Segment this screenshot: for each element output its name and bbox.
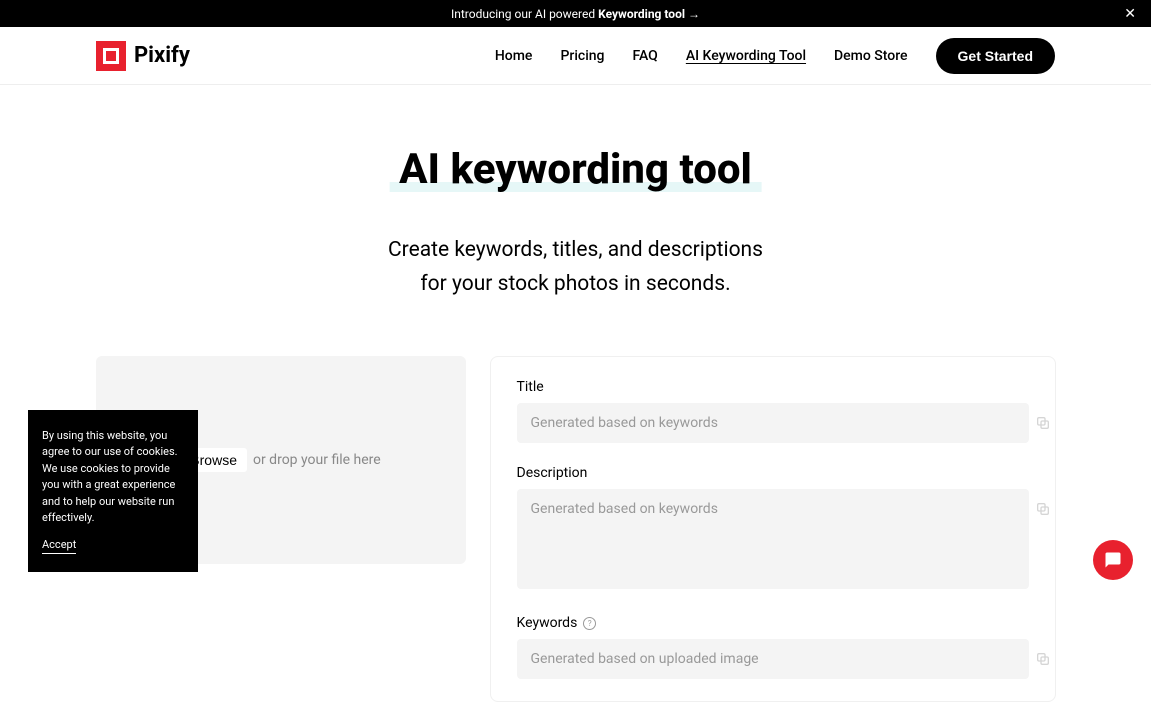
title-label: Title xyxy=(517,379,1029,395)
copy-icon[interactable] xyxy=(1035,501,1051,517)
description-label: Description xyxy=(517,465,1029,481)
close-icon[interactable]: ✕ xyxy=(1124,6,1136,22)
logo[interactable]: Pixify xyxy=(96,41,190,71)
drop-hint: or drop your file here xyxy=(253,452,381,468)
help-icon[interactable]: ? xyxy=(583,617,596,630)
page-title: AI keywording tool xyxy=(399,145,752,194)
results-panel: Title Description Keywords ? xyxy=(490,356,1056,702)
copy-icon[interactable] xyxy=(1035,415,1051,431)
nav-home[interactable]: Home xyxy=(495,48,533,64)
title-field-group: Title xyxy=(517,379,1029,443)
nav-pricing[interactable]: Pricing xyxy=(560,48,604,64)
panels: Browse or drop your file here Title Desc… xyxy=(96,356,1056,702)
logo-text: Pixify xyxy=(134,43,190,68)
keywords-field-group: Keywords ? xyxy=(517,615,1029,679)
main: AI keywording tool Create keywords, titl… xyxy=(76,85,1076,702)
description-field-group: Description xyxy=(517,465,1029,593)
header: Pixify Home Pricing FAQ AI Keywording To… xyxy=(0,27,1151,85)
announcement-text: Introducing our AI powered Keywording to… xyxy=(451,7,700,21)
nav: Home Pricing FAQ AI Keywording Tool Demo… xyxy=(495,38,1055,74)
logo-icon xyxy=(96,41,126,71)
cookie-banner: By using this website, you agree to our … xyxy=(28,410,198,573)
nav-faq[interactable]: FAQ xyxy=(633,48,658,64)
page-subtitle: Create keywords, titles, and description… xyxy=(96,234,1056,301)
keywords-input[interactable] xyxy=(517,639,1029,679)
nav-ai-tool[interactable]: AI Keywording Tool xyxy=(686,48,806,64)
chat-fab[interactable] xyxy=(1093,540,1133,580)
keywords-label: Keywords ? xyxy=(517,615,1029,631)
nav-demo[interactable]: Demo Store xyxy=(834,48,908,64)
announcement-bar[interactable]: Introducing our AI powered Keywording to… xyxy=(0,0,1151,27)
copy-icon[interactable] xyxy=(1035,651,1051,667)
description-input[interactable] xyxy=(517,489,1029,589)
cookie-accept-button[interactable]: Accept xyxy=(42,537,76,555)
get-started-button[interactable]: Get Started xyxy=(936,38,1055,74)
cookie-text: By using this website, you agree to our … xyxy=(42,428,184,527)
title-input[interactable] xyxy=(517,403,1029,443)
chat-icon xyxy=(1104,551,1122,569)
